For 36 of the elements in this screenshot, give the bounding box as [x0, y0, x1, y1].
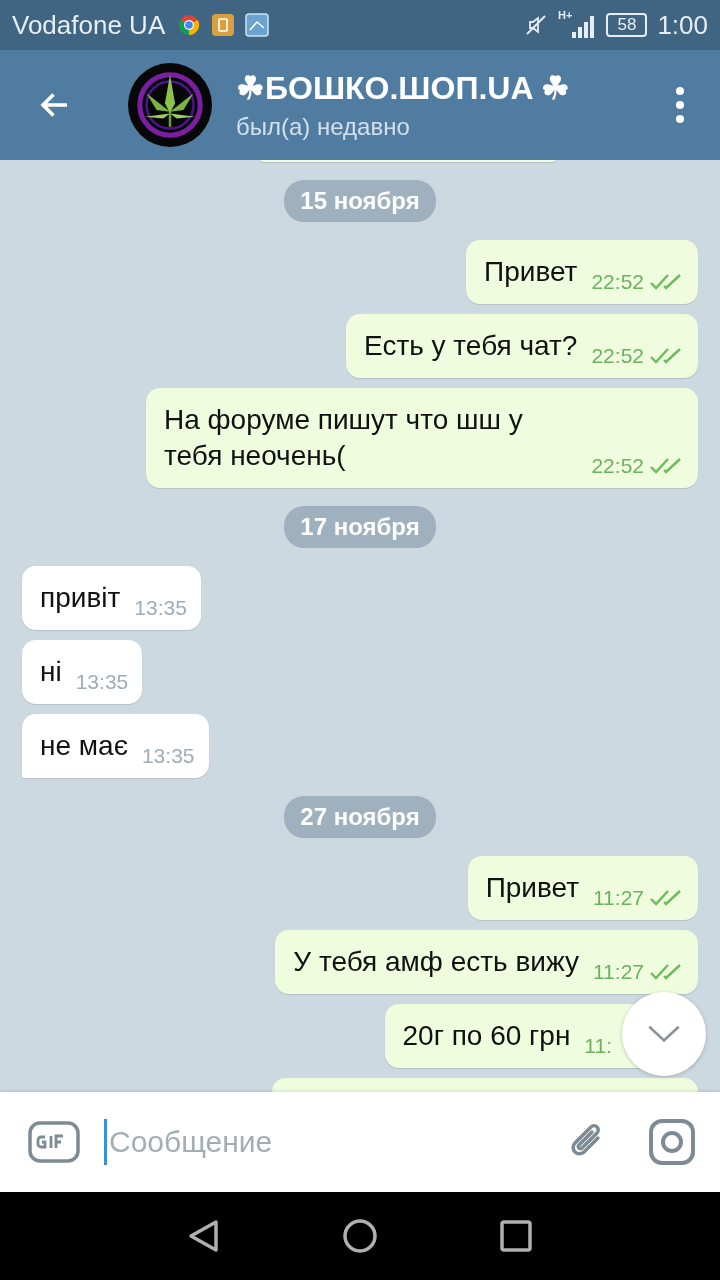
date-label: 17 ноября — [284, 506, 436, 548]
app-icon — [245, 13, 270, 37]
browser-icon — [177, 13, 202, 37]
last-seen-status: был(а) недавно — [236, 113, 411, 141]
home-button[interactable] — [342, 1218, 378, 1254]
scroll-down-button[interactable] — [622, 992, 706, 1076]
message-text: Есть у тебя чат? — [364, 329, 578, 363]
message-text: 20г по 60 грн — [402, 1019, 571, 1053]
message-text: Привет — [485, 871, 579, 905]
date-label: 15 ноября — [284, 180, 436, 222]
message-text: ні — [40, 655, 62, 689]
message-text: На форуме пишут что шш у тебя неочень( — [164, 403, 524, 473]
recent-apps-button[interactable] — [498, 1218, 534, 1254]
message-time: 13:35 — [134, 596, 187, 620]
clock: 1:00 — [657, 9, 708, 41]
message-time: 13:35 — [75, 670, 129, 694]
more-icon — [675, 85, 685, 125]
message-time: 11:27 — [593, 886, 644, 910]
gif-button[interactable] — [28, 1121, 80, 1163]
message-time: 22:52 — [591, 454, 644, 478]
message-time: 22:52 — [591, 344, 644, 368]
message-text: не має — [40, 729, 128, 763]
camera-button[interactable] — [648, 1118, 696, 1166]
message-text: У тебя амф есть вижу — [293, 945, 579, 979]
message-time: 13:35 — [141, 744, 195, 768]
app-icon — [211, 13, 236, 37]
message-time: 11:27 — [593, 960, 644, 984]
message-time: 11: — [584, 1034, 612, 1058]
battery-level: 58 — [606, 13, 648, 37]
date-label: 27 ноября — [284, 796, 436, 838]
message-text: привіт — [40, 581, 121, 615]
carrier-name: Vodafone UA — [12, 9, 166, 41]
message-time: 22:52 — [591, 270, 644, 294]
message-text: Привет — [484, 255, 578, 289]
chat-title: ☘БОШКО.ШОП.UA ☘ — [236, 69, 572, 107]
mute-icon — [524, 13, 549, 37]
